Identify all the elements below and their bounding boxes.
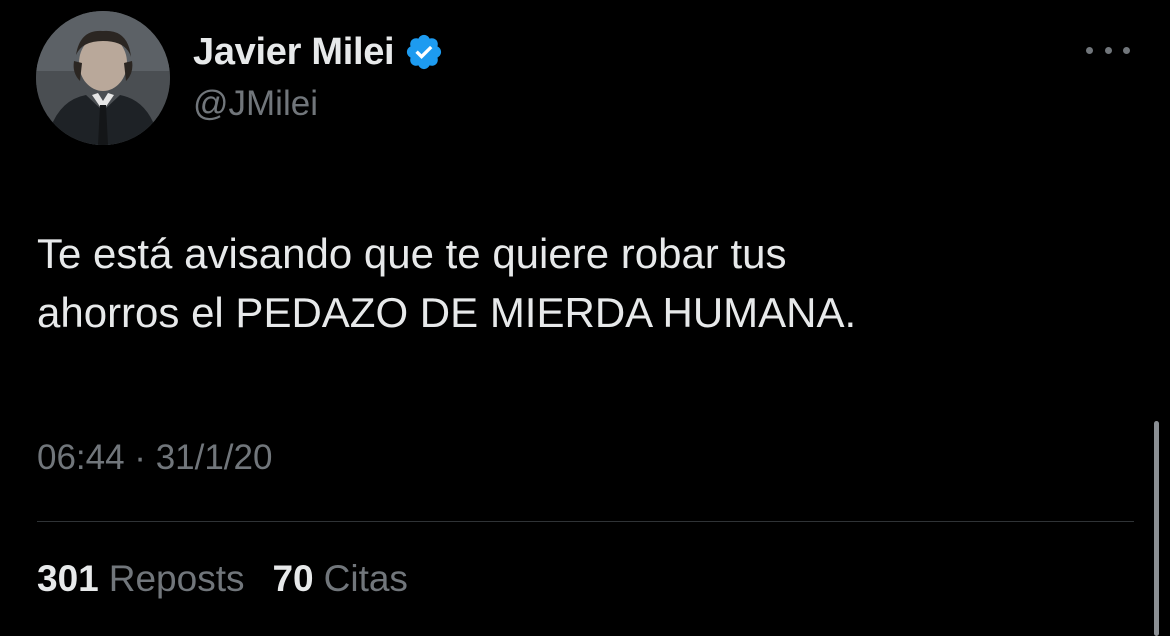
more-horizontal-icon[interactable] [1086,38,1130,62]
divider [37,521,1134,522]
reposts-label: Reposts [108,558,245,599]
avatar[interactable] [36,11,170,145]
display-name[interactable]: Javier Milei [193,31,395,74]
avatar-image [36,11,170,145]
reposts-stat[interactable]: 301 Reposts [37,558,244,600]
tweet-detail: Javier Milei @JMilei Te está avisando qu… [0,0,1170,636]
scrollbar[interactable] [1154,421,1159,636]
quotes-count: 70 [272,558,314,599]
tweet-stats: 301 Reposts 70 Citas [37,558,408,600]
verified-badge-icon [407,34,442,70]
author-name-row: Javier Milei [193,26,444,78]
more-dot [1086,46,1093,54]
reposts-count: 301 [37,558,99,599]
more-dot [1123,46,1130,54]
quotes-label: Citas [323,558,408,599]
tweet-timestamp[interactable]: 06:44 · 31/1/20 [37,438,272,478]
quotes-stat[interactable]: 70 Citas [272,558,407,600]
author-handle[interactable]: @JMilei [193,84,318,124]
more-dot [1104,46,1112,54]
tweet-text: Te está avisando que te quiere robar tus… [37,230,857,336]
